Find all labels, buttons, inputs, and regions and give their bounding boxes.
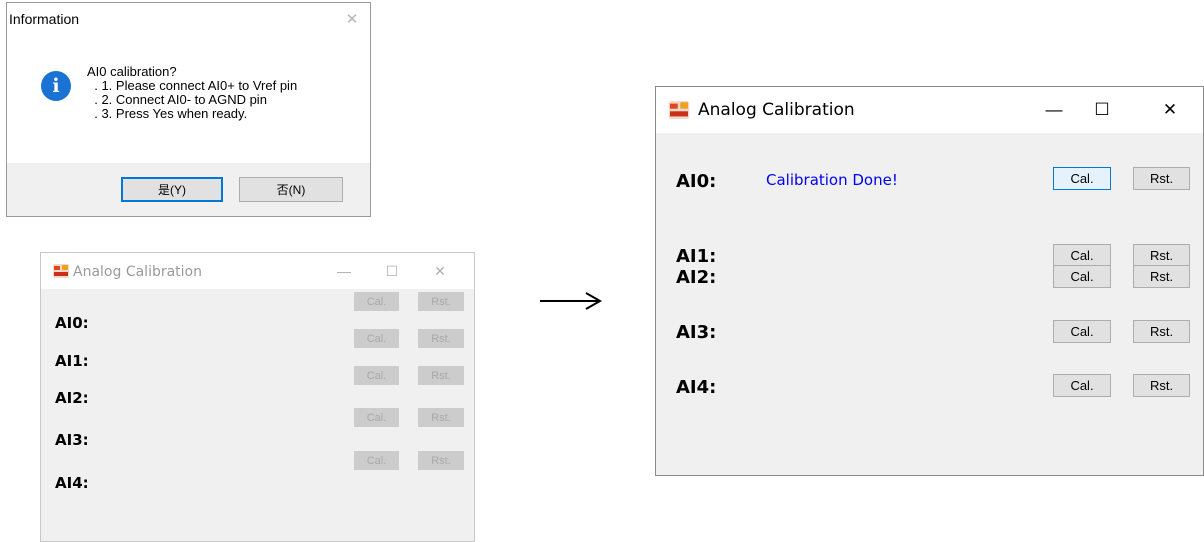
rst-button-ai2[interactable]: Rst. bbox=[1133, 265, 1190, 288]
channel-label-ai1: AI1: bbox=[676, 246, 717, 267]
info-icon: i bbox=[41, 71, 71, 101]
window-title: Analog Calibration bbox=[73, 264, 202, 280]
channel-label-ai4: AI4: bbox=[676, 377, 717, 398]
minimize-icon[interactable]: — bbox=[1031, 87, 1077, 133]
rst-button-ai4: Rst. bbox=[418, 451, 464, 470]
window-titlebar: Analog Calibration — ☐ ✕ bbox=[41, 253, 474, 289]
cal-button-ai4: Cal. bbox=[354, 451, 399, 470]
close-icon: ✕ bbox=[434, 262, 446, 279]
message-line: . 1. Please connect AI0+ to Vref pin bbox=[87, 78, 298, 93]
window-titlebar: Analog Calibration — ☐ ✕ bbox=[656, 87, 1203, 133]
channel-label-ai3: AI3: bbox=[55, 431, 89, 449]
channel-label-ai1: AI1: bbox=[55, 352, 89, 370]
cal-button-ai2[interactable]: Cal. bbox=[1053, 265, 1111, 288]
dialog-titlebar: Information ✕ bbox=[7, 3, 370, 37]
message-line: AI0 calibration? bbox=[87, 64, 177, 79]
rst-button-ai2: Rst. bbox=[418, 366, 464, 385]
channel-label-ai2: AI2: bbox=[676, 267, 717, 288]
rst-button-ai1: Rst. bbox=[418, 329, 464, 348]
rst-button-ai0: Rst. bbox=[418, 292, 464, 311]
close-icon[interactable]: ✕ bbox=[1147, 87, 1193, 133]
cal-button-ai4[interactable]: Cal. bbox=[1053, 374, 1111, 397]
app-logo-icon bbox=[668, 101, 690, 119]
channel-label-ai2: AI2: bbox=[55, 389, 89, 407]
close-icon[interactable]: ✕ bbox=[342, 9, 362, 29]
rst-button-ai0[interactable]: Rst. bbox=[1133, 167, 1190, 190]
rst-button-ai1[interactable]: Rst. bbox=[1133, 244, 1190, 267]
rst-button-ai4[interactable]: Rst. bbox=[1133, 374, 1190, 397]
maximize-icon: ☐ bbox=[385, 262, 399, 279]
maximize-icon[interactable]: ☐ bbox=[1079, 87, 1125, 133]
cal-button-ai3: Cal. bbox=[354, 408, 399, 427]
yes-button[interactable]: 是(Y) bbox=[121, 177, 223, 202]
channel-label-ai0: AI0: bbox=[55, 314, 89, 332]
channel-label-ai3: AI3: bbox=[676, 322, 717, 343]
right-arrow-icon bbox=[540, 292, 603, 310]
message-line: . 2. Connect AI0- to AGND pin bbox=[87, 92, 267, 107]
analog-calibration-window: Analog Calibration — ☐ ✕ AI0: Calibratio… bbox=[655, 86, 1204, 476]
dialog-message: AI0 calibration? . 1. Please connect AI0… bbox=[87, 65, 297, 121]
rst-button-ai3[interactable]: Rst. bbox=[1133, 320, 1190, 343]
cal-button-ai1: Cal. bbox=[354, 329, 399, 348]
dialog-title: Information bbox=[9, 11, 80, 27]
dialog-message-area: i AI0 calibration? . 1. Please connect A… bbox=[7, 37, 370, 163]
channel-label-ai4: AI4: bbox=[55, 474, 89, 492]
information-dialog: Information ✕ i AI0 calibration? . 1. Pl… bbox=[6, 2, 371, 217]
cal-button-ai1[interactable]: Cal. bbox=[1053, 244, 1111, 267]
no-button[interactable]: 否(N) bbox=[239, 177, 343, 202]
channel-label-ai0: AI0: bbox=[676, 171, 717, 192]
rst-button-ai3: Rst. bbox=[418, 408, 464, 427]
cal-button-ai2: Cal. bbox=[354, 366, 399, 385]
window-title: Analog Calibration bbox=[698, 100, 855, 120]
message-line: . 3. Press Yes when ready. bbox=[87, 106, 248, 121]
calibration-status-text: Calibration Done! bbox=[766, 171, 898, 189]
cal-button-ai0: Cal. bbox=[354, 292, 399, 311]
cal-button-ai0[interactable]: Cal. bbox=[1053, 167, 1111, 190]
app-logo-icon bbox=[53, 264, 69, 278]
cal-button-ai3[interactable]: Cal. bbox=[1053, 320, 1111, 343]
minimize-icon: — bbox=[337, 263, 351, 279]
analog-calibration-window-disabled: Analog Calibration — ☐ ✕ AI0: Cal. Rst. … bbox=[40, 252, 475, 542]
